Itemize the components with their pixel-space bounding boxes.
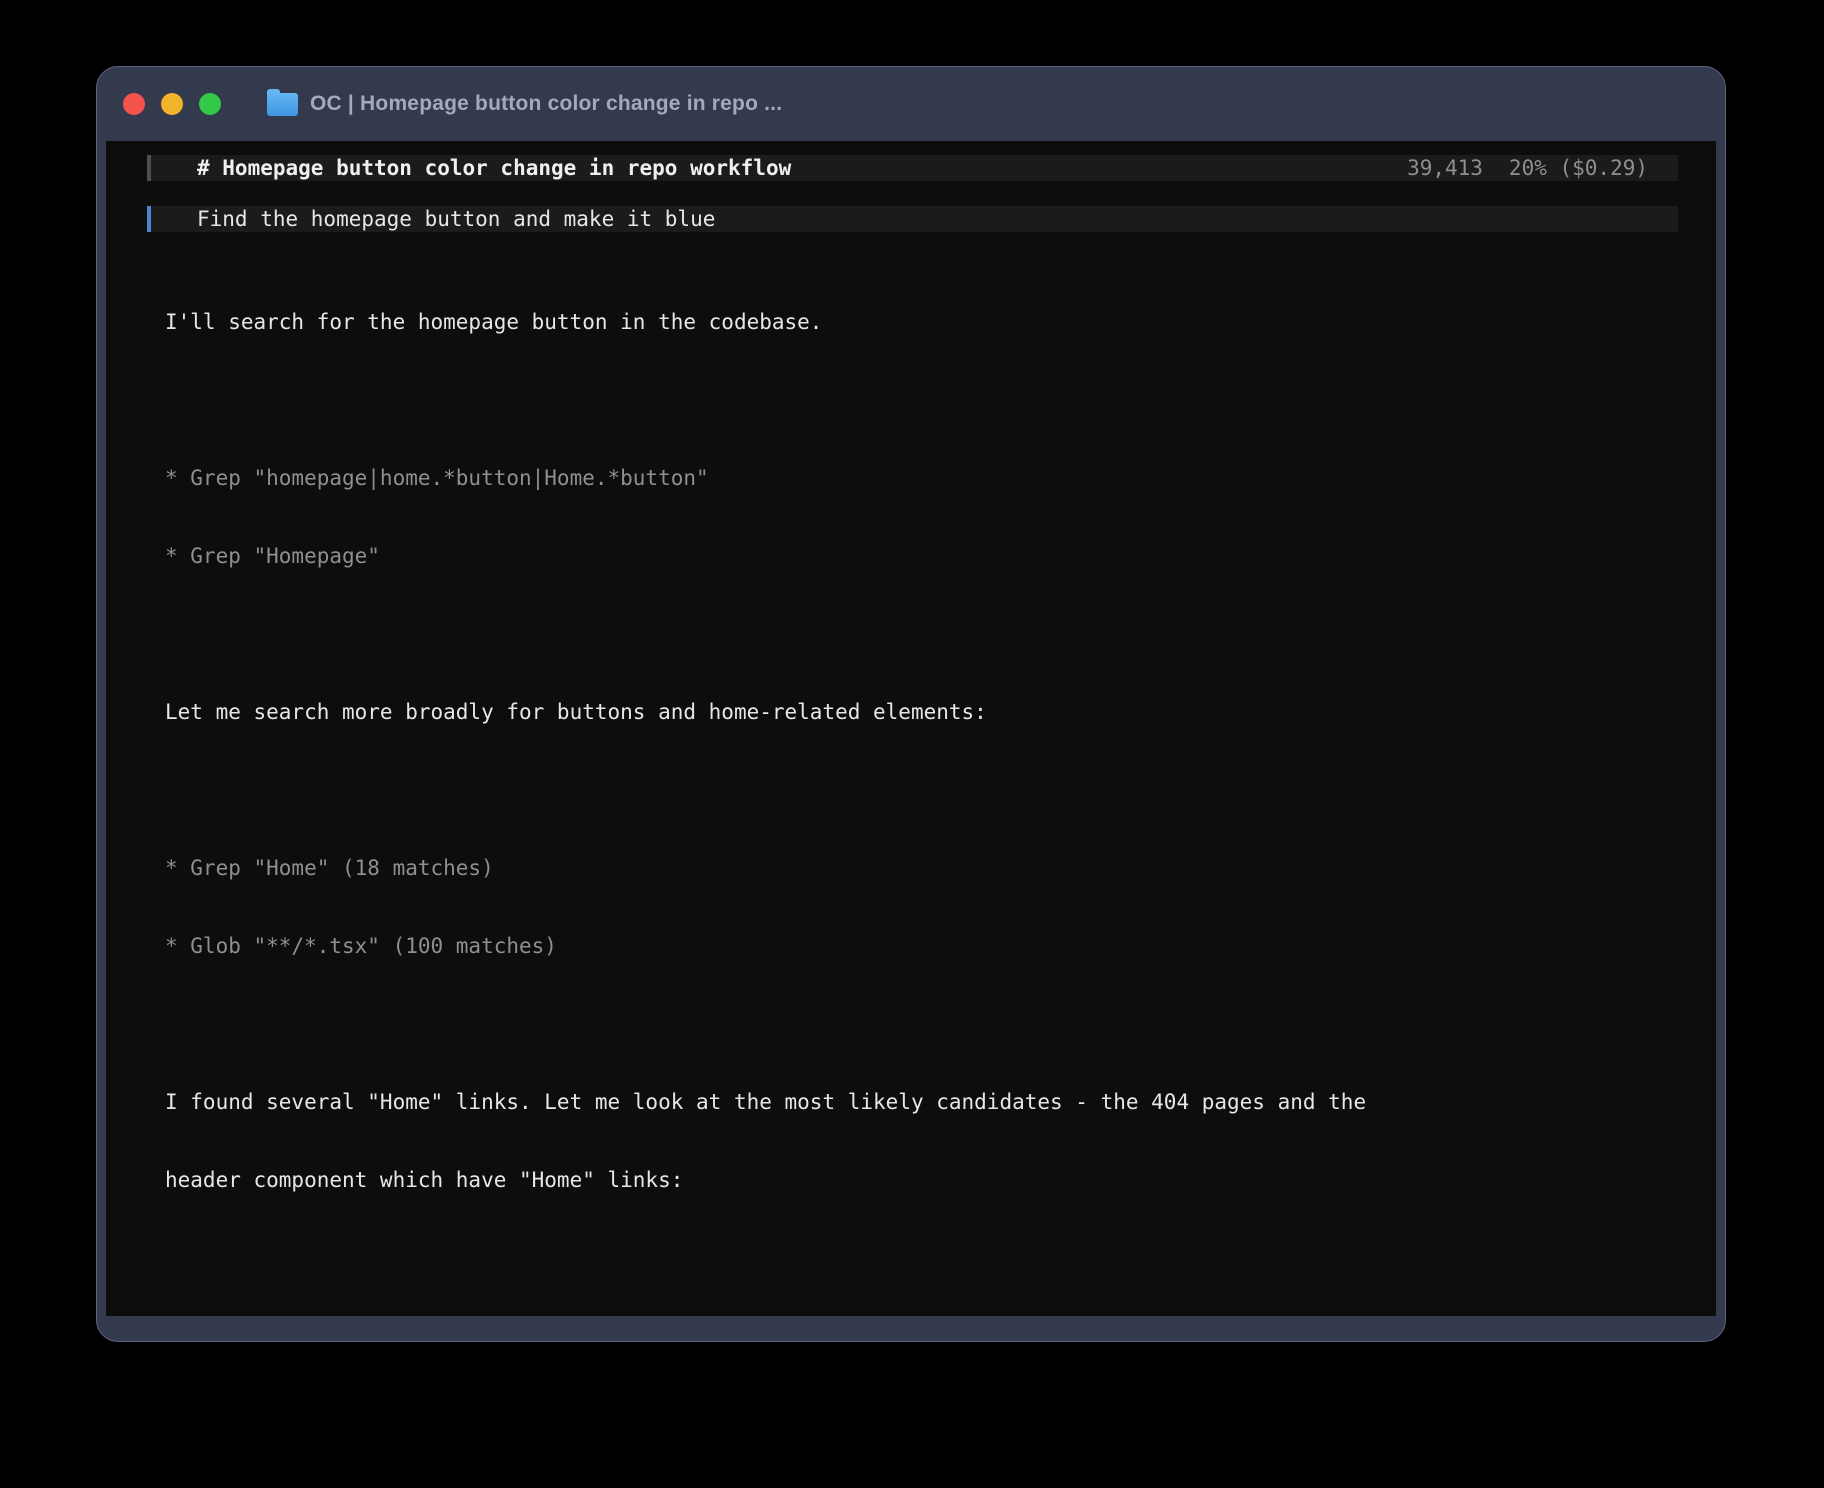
window-titlebar[interactable]: OC | Homepage button color change in rep…	[97, 67, 1725, 141]
tool-call-group: * Grep "Home" (18 matches) * Glob "**/*.…	[165, 803, 1678, 1011]
terminal-window: OC | Homepage button color change in rep…	[96, 66, 1726, 1342]
assistant-text: header component which have "Home" links…	[165, 1167, 1678, 1193]
session-header: # Homepage button color change in repo w…	[147, 155, 1678, 181]
tool-call-grep: * Grep "homepage|home.*button|Home.*butt…	[165, 465, 1678, 491]
session-stats: 39,413 20% ($0.29)	[1407, 155, 1648, 181]
close-button[interactable]	[123, 93, 145, 115]
user-message: Find the homepage button and make it blu…	[147, 206, 1678, 232]
assistant-text: Let me search more broadly for buttons a…	[165, 699, 1678, 725]
terminal-content: # Homepage button color change in repo w…	[106, 141, 1716, 1316]
minimize-button[interactable]	[161, 93, 183, 115]
titlebar-title-group: OC | Homepage button color change in rep…	[267, 92, 782, 116]
zoom-button[interactable]	[199, 93, 221, 115]
assistant-paragraph: Let me search more broadly for buttons a…	[165, 647, 1678, 777]
tool-call-group: * Grep "homepage|home.*button|Home.*butt…	[165, 413, 1678, 621]
assistant-paragraph: I'll search for the homepage button in t…	[165, 257, 1678, 387]
assistant-transcript: I'll search for the homepage button in t…	[147, 257, 1678, 1316]
tool-call-glob: * Glob "**/*.tsx" (100 matches)	[165, 933, 1678, 959]
tool-call-grep: * Grep "Homepage"	[165, 543, 1678, 569]
tool-call-group: → Read packages/console/app/src/routes/[…	[165, 1271, 1678, 1316]
window-title: OC | Homepage button color change in rep…	[310, 92, 782, 116]
session-title: # Homepage button color change in repo w…	[197, 155, 791, 181]
assistant-text: I'll search for the homepage button in t…	[165, 309, 1678, 335]
assistant-text: I found several "Home" links. Let me loo…	[165, 1089, 1678, 1115]
folder-icon	[267, 93, 298, 116]
assistant-paragraph: I found several "Home" links. Let me loo…	[165, 1037, 1678, 1245]
token-count: 39,413	[1407, 155, 1483, 181]
user-message-text: Find the homepage button and make it blu…	[197, 206, 715, 232]
context-usage: 20% ($0.29)	[1509, 155, 1648, 181]
window-controls	[123, 93, 221, 115]
tool-call-grep: * Grep "Home" (18 matches)	[165, 855, 1678, 881]
